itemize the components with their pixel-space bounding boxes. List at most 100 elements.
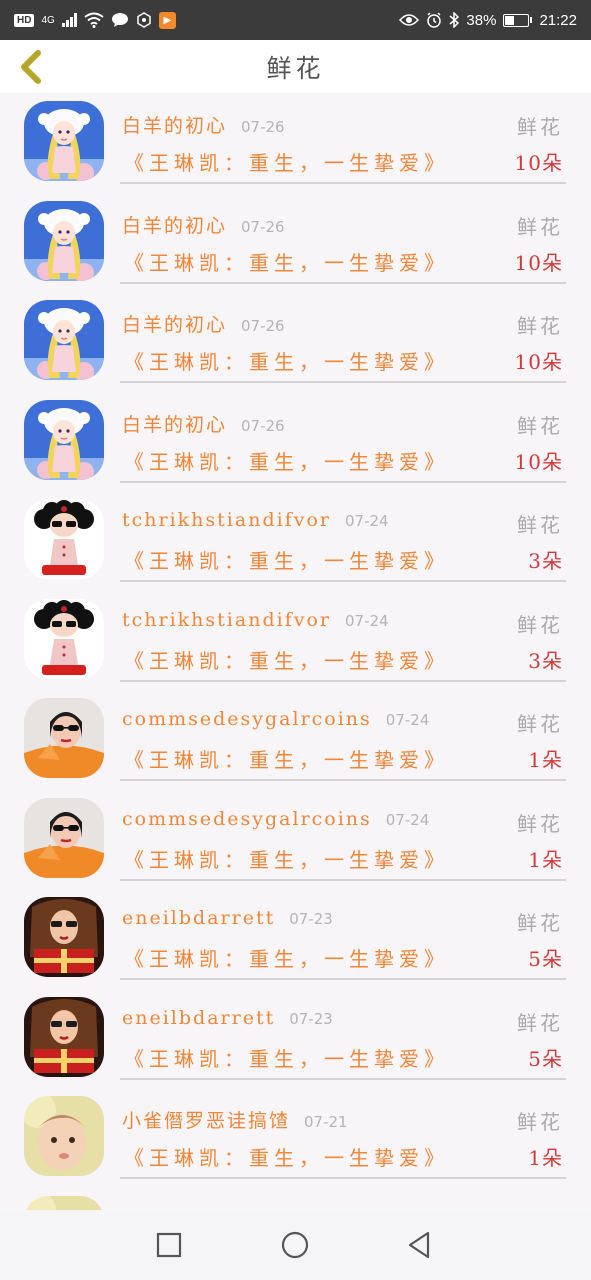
sender-name[interactable]: commsedesygalrcoins 07-24 [122,708,429,730]
gift-type-label: 鲜花 [517,1110,563,1134]
divider [120,281,566,284]
avatar[interactable] [24,101,104,181]
gift-date: 07-24 [385,810,430,829]
sender-name-text[interactable]: tchrikhstiandifvor [122,609,331,631]
divider [120,1177,566,1179]
avatar[interactable] [24,1195,104,1210]
avatar[interactable] [24,1096,104,1176]
gift-date: 07-21 [304,1113,348,1131]
avatar[interactable] [24,698,104,778]
sender-name[interactable]: 白羊的初心 07-26 [122,410,285,437]
sender-name-text[interactable]: commsedesygalrcoins [122,708,372,730]
eye-icon [399,14,420,26]
hd-icon: HD [14,13,35,27]
list-item[interactable]: 白羊的初心 07-26 鲜花 《王琳凯：重生，一生挚爱》 10朵 [0,193,591,293]
clock: 21:22 [539,11,577,29]
gift-date: 07-23 [289,1009,333,1028]
list-item[interactable]: 白羊的初心 07-26 鲜花 《王琳凯：重生，一生挚爱》 10朵 [0,93,591,193]
divider [120,182,566,184]
flower-record-list[interactable]: 白羊的初心 07-26 鲜花 《王琳凯：重生，一生挚爱》 10朵 白羊的初心 07-26 鲜花… [0,93,591,1210]
sender-name-text[interactable]: eneilbdarrett [122,1007,275,1029]
work-title[interactable]: 《王琳凯：重生，一生挚爱》 [124,1043,449,1072]
sender-name[interactable]: tchrikhstiandifvor 07-24 [122,609,389,631]
sender-name-text[interactable]: 小雀僭罗恶诖搞馇 [122,1110,290,1132]
divider [120,679,566,682]
gift-date: 07-26 [241,416,285,435]
divider [120,978,566,980]
avatar[interactable] [24,598,104,679]
list-item[interactable]: commsedesygalrcoins 07-24 鲜花 《王琳凯：重生，一生挚爱》 1… [0,690,591,790]
sender-name[interactable]: eneilbdarrett 07-23 [122,1007,333,1029]
list-item[interactable]: eneilbdarrett 07-23 鲜花 《王琳凯：重生，一生挚爱》 5朵 [0,989,591,1089]
list-item[interactable]: tchrikhstiandifvor 07-24 鲜花 《王琳凯：重生，一生挚爱》 3朵 [0,491,591,591]
list-item[interactable]: commsedesygalrcoins 07-24 鲜花 《王琳凯：重生，一生挚爱》 1… [0,790,591,890]
signal-icon [61,13,77,27]
battery-percent: 38% [466,11,497,29]
chevron-left-icon[interactable] [14,49,48,85]
avatar[interactable] [24,399,104,480]
circle-icon[interactable] [280,1230,310,1260]
sender-name[interactable]: commsedesygalrcoins 07-24 [122,808,429,830]
gift-type-label: 鲜花 [517,513,563,537]
battery-icon [503,13,533,27]
avatar[interactable] [24,200,104,281]
list-item[interactable]: tchrikhstiandifvor 07-24 鲜花 《王琳凯：重生，一生挚爱》 3朵 [0,591,591,691]
gift-date: 07-24 [344,611,389,630]
sender-name-text[interactable]: 白羊的初心 [122,314,227,336]
flower-count: 10朵 [514,449,563,474]
list-item[interactable]: 小雀僭罗恶诖搞馇07-21鲜花《王琳凯：重生，一生挚爱》1朵 [0,1188,591,1210]
divider [120,480,566,483]
work-title[interactable]: 《王琳凯：重生，一生挚爱》 [124,545,449,574]
message-icon [111,13,128,27]
work-title[interactable]: 《王琳凯：重生，一生挚爱》 [124,943,449,972]
sender-name[interactable]: 白羊的初心 07-26 [122,211,285,238]
divider [120,779,566,781]
divider [120,878,566,881]
flower-count: 5朵 [528,947,563,971]
list-item[interactable]: 白羊的初心 07-26 鲜花《王琳凯：重生，一生挚爱》 10朵 [0,292,591,392]
sender-name[interactable]: eneilbdarrett 07-23 [122,907,333,929]
sender-name[interactable]: 白羊的初心 07-26 [122,310,285,337]
sync-icon [137,12,151,28]
sender-name-text[interactable]: 白羊的初心 [122,115,227,137]
avatar[interactable] [24,797,104,878]
square-icon[interactable] [154,1230,184,1260]
sender-name-text[interactable]: commsedesygalrcoins [122,808,372,830]
work-title[interactable]: 《王琳凯：重生，一生挚爱》 [124,247,449,276]
sender-name-text[interactable]: 白羊的初心 [122,215,227,237]
divider [120,1077,566,1080]
sender-name[interactable]: 白羊的初心 07-26 [122,111,285,138]
gift-type-label: 鲜花 [517,413,563,438]
avatar[interactable] [24,897,104,977]
gift-type-label: 鲜花 [517,314,563,338]
gift-date: 07-24 [344,512,389,530]
sender-name-text[interactable]: 白羊的初心 [122,414,227,436]
flower-count: 1朵 [528,1146,563,1170]
gift-type-label: 鲜花 [517,911,563,935]
work-title[interactable]: 《王琳凯：重生，一生挚爱》 [124,147,449,176]
avatar[interactable] [24,499,104,579]
list-item[interactable]: 白羊的初心 07-26 鲜花《王琳凯：重生，一生挚爱》 10朵 [0,392,591,492]
flower-count: 10朵 [514,350,563,374]
work-title[interactable]: 《王琳凯：重生，一生挚爱》 [124,744,449,773]
alarm-icon [427,12,442,28]
work-title[interactable]: 《王琳凯：重生，一生挚爱》 [124,446,449,475]
work-title[interactable]: 《王琳凯：重生，一生挚爱》 [124,844,449,873]
gift-type-label: 鲜花 [517,712,563,736]
work-title[interactable]: 《王琳凯：重生，一生挚爱》 [124,645,449,674]
triangle-back-icon[interactable] [405,1230,435,1260]
app-notification-icon: ▶ [158,11,176,29]
list-item[interactable]: 小雀僭罗恶诖搞馇 07-21 鲜花《王琳凯：重生，一生挚爱》 1朵 [0,1088,591,1188]
list-item[interactable]: eneilbdarrett 07-23 鲜花《王琳凯：重生，一生挚爱》 5朵 [0,889,591,989]
avatar[interactable] [24,300,104,380]
work-title[interactable]: 《王琳凯：重生，一生挚爱》 [124,1142,449,1171]
work-title[interactable]: 《王琳凯：重生，一生挚爱》 [124,346,449,375]
sender-name[interactable]: tchrikhstiandifvor 07-24 [122,509,389,531]
avatar[interactable] [24,996,104,1077]
sender-name-text[interactable]: eneilbdarrett [122,907,275,929]
gift-type-label: 鲜花 [517,1010,563,1035]
flower-count: 10朵 [514,250,563,275]
sender-name[interactable]: 小雀僭罗恶诖搞馇 07-21 [122,1106,348,1133]
title-bar: 鲜花 [0,40,591,93]
sender-name-text[interactable]: tchrikhstiandifvor [122,509,331,531]
